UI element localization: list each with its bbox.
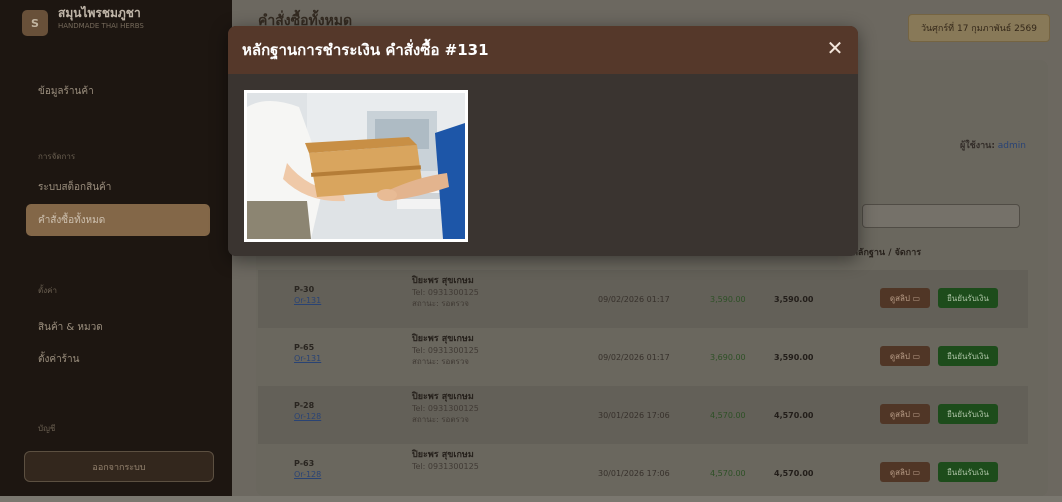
modal-title: หลักฐานการชำระเงิน คำสั่งซื้อ #131: [242, 41, 489, 59]
delivery-photo-illustration: [247, 93, 465, 239]
modal-header: หลักฐานการชำระเงิน คำสั่งซื้อ #131 ✕: [228, 26, 858, 74]
payment-slip-image[interactable]: [244, 90, 468, 242]
modal-body: [228, 74, 858, 256]
close-icon[interactable]: ✕: [824, 37, 846, 59]
payment-evidence-modal: หลักฐานการชำระเงิน คำสั่งซื้อ #131 ✕: [228, 26, 858, 256]
